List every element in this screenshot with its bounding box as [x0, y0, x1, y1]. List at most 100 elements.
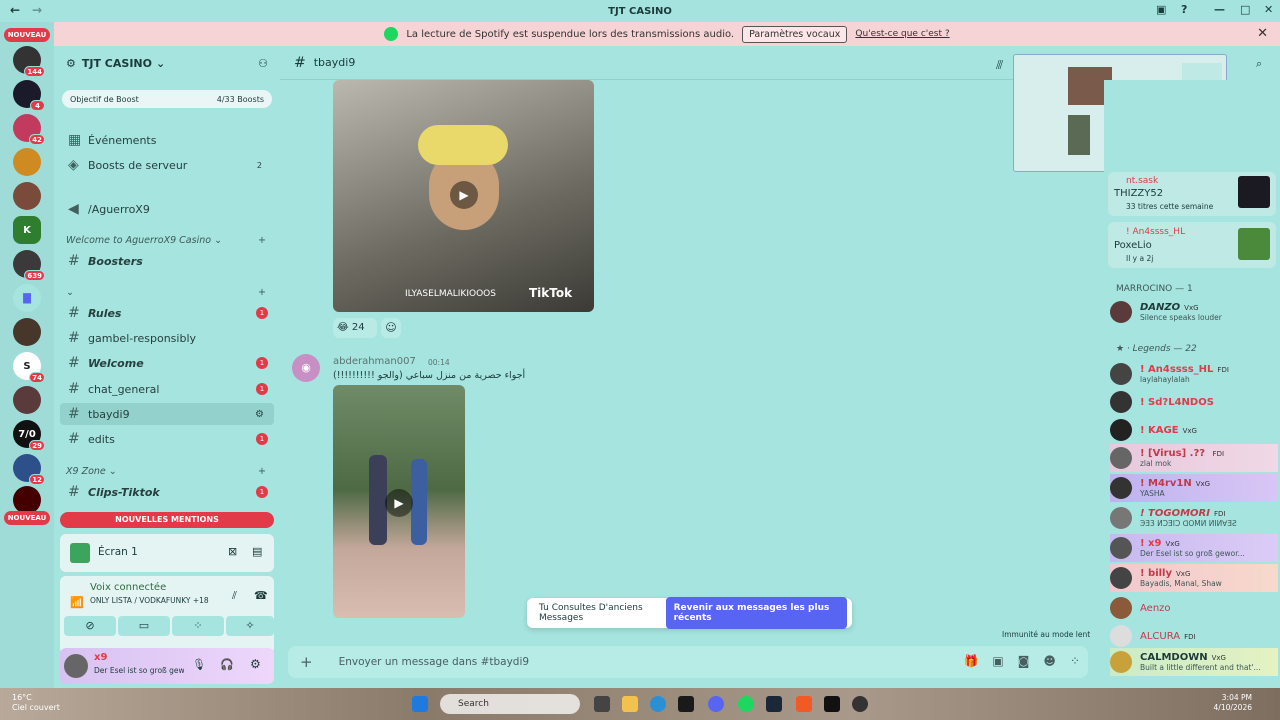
microphone-icon[interactable]: 🎙 — [192, 658, 206, 671]
kick-server-icon[interactable]: K — [13, 216, 41, 244]
brave-icon[interactable] — [796, 696, 812, 712]
message-composer[interactable]: + Envoyer un message dans #tbaydi9 🎁 ▣ ◙… — [288, 646, 1088, 678]
user-settings-gear-icon[interactable]: ⚙ — [250, 657, 261, 671]
obs-icon[interactable] — [852, 696, 868, 712]
sticker-icon[interactable]: ◙ — [1018, 654, 1030, 668]
forum-item[interactable]: ◀/AguerroX9 — [60, 198, 274, 220]
category-welcome[interactable]: Welcome to AguerroX9 Casino ⌄ + — [66, 235, 266, 246]
video-attachment[interactable]: ▶ ILYASELMALIKIOOOS TikTok — [333, 80, 594, 312]
channel-rules[interactable]: # Rules 1 — [60, 302, 274, 324]
member-item[interactable]: CALMDOWN VxG Built a little different and … — [1110, 648, 1278, 676]
gift-icon[interactable]: 🎁 — [963, 654, 978, 668]
activities-button[interactable]: ⁘ — [172, 616, 224, 636]
member-item[interactable]: ALCURA FDI — [1110, 622, 1278, 650]
channel-clips-tiktok[interactable]: # Clips-Tiktok 1 — [60, 481, 274, 503]
member-item[interactable]: ! x9 VxG Der Esel ist so groß gewor... — [1110, 534, 1278, 562]
play-icon[interactable]: ▶ — [450, 181, 478, 209]
member-item[interactable]: ! TOGOMORI FDI ЭƎ3 ИƆƎIƆ ᗡOMИ ИIИ∀ƎꙄ — [1110, 504, 1278, 532]
file-explorer-icon[interactable] — [622, 696, 638, 712]
voice-settings-button[interactable]: Paramètres vocaux — [742, 25, 848, 43]
server-icon[interactable]: 4 — [13, 80, 45, 111]
member-item[interactable]: ! M4rv1N VxG YASHA — [1110, 474, 1278, 502]
category-x9zone[interactable]: X9 Zone ⌄ + — [66, 466, 266, 477]
server-icon[interactable] — [13, 386, 41, 414]
headphones-icon[interactable]: 🎧 — [220, 658, 234, 671]
message-author[interactable]: abderahman007 — [333, 356, 416, 367]
server-icon[interactable]: 7/0 29 — [13, 420, 45, 451]
weather-widget[interactable]: 16°C Ciel couvert — [12, 693, 60, 713]
stop-stream-icon[interactable]: ⊠ — [228, 545, 237, 558]
server-icon[interactable] — [13, 318, 41, 346]
clock[interactable]: 3:04 PM 4/10/2026 — [1214, 693, 1252, 713]
start-icon[interactable] — [412, 696, 428, 712]
steam-icon[interactable] — [766, 696, 782, 712]
jump-to-latest-button[interactable]: Revenir aux messages les plus récents — [665, 597, 847, 629]
stream-settings-icon[interactable]: ▤ — [252, 545, 262, 558]
add-reaction-icon[interactable]: ☺ — [381, 318, 401, 338]
settings-gear-icon[interactable]: ⚙ — [255, 409, 264, 420]
soundboard-button[interactable]: ✧ — [226, 616, 274, 636]
disconnect-icon[interactable]: ☎ — [254, 589, 268, 602]
new-mentions-button[interactable]: NOUVELLES MENTIONS — [60, 512, 274, 528]
add-channel-icon[interactable]: + — [258, 466, 266, 477]
channel-edits[interactable]: # edits 1 — [60, 428, 274, 450]
close-banner-icon[interactable]: ✕ — [1257, 26, 1268, 41]
help-icon[interactable]: ? — [1181, 3, 1187, 16]
member-item[interactable]: ! [Virus] .?? FDI zlal mok — [1110, 444, 1278, 472]
close-window-icon[interactable]: ✕ — [1264, 3, 1273, 16]
server-header[interactable]: ⚙ TJT CASINO ⌄ ⚇ — [54, 46, 280, 80]
discord-icon[interactable] — [708, 696, 724, 712]
member-item[interactable]: DANZO VxG Silence speaks louder — [1110, 298, 1278, 326]
category-unnamed[interactable]: ⌄ + — [66, 287, 266, 298]
channel-boosters[interactable]: # Boosters — [60, 250, 274, 272]
member-item[interactable]: Aenzo — [1110, 594, 1278, 622]
server-icon[interactable] — [13, 148, 41, 176]
search-icon[interactable]: ⌕ — [1256, 57, 1262, 71]
reaction-laugh[interactable]: 😂 24 — [333, 318, 377, 338]
terminal-icon[interactable] — [824, 696, 840, 712]
add-attachment-icon[interactable]: + — [300, 653, 313, 671]
channel-welcome[interactable]: # Welcome 1 — [60, 352, 274, 374]
server-boosts-item[interactable]: ◈ Boosts de serveur 2 — [60, 154, 274, 176]
avatar[interactable] — [64, 654, 88, 678]
activity-card[interactable]: nt.sask THIZZY52 33 titres cette semaine — [1108, 172, 1276, 216]
share-screen-button[interactable]: ▭ — [118, 616, 170, 636]
task-view-icon[interactable] — [594, 696, 610, 712]
gif-icon[interactable]: ▣ — [992, 654, 1003, 668]
server-icon[interactable]: 639 — [13, 250, 45, 281]
video-attachment[interactable]: ▶ — [333, 385, 465, 618]
invite-icon[interactable]: ⚇ — [258, 57, 268, 70]
inbox-icon[interactable]: ▣ — [1156, 3, 1166, 16]
member-item[interactable]: ! An4ssss_HL FDI laylahaylalah — [1110, 360, 1278, 388]
member-item[interactable]: ! Sd?L4NDOS — [1110, 388, 1278, 416]
forward-arrow-icon[interactable]: → — [32, 3, 42, 17]
channel-tbaydi9[interactable]: # tbaydi9 ⚙ — [60, 403, 274, 425]
noise-suppression-icon[interactable]: ⫽ — [232, 589, 237, 603]
server-icon[interactable] — [13, 486, 41, 514]
minimize-icon[interactable]: — — [1214, 3, 1225, 16]
member-item[interactable]: ! KAGE VxG — [1110, 416, 1278, 444]
spotify-icon[interactable] — [738, 696, 754, 712]
new-indicator-top[interactable]: NOUVEAU — [4, 28, 50, 42]
maximize-icon[interactable]: □ — [1240, 3, 1250, 16]
boost-goal-bar[interactable]: Objectif de Boost 4/33 Boosts — [62, 90, 272, 108]
camera-off-button[interactable]: ⊘ — [64, 616, 116, 636]
banner-learn-more-link[interactable]: Qu'est-ce que c'est ? — [855, 29, 949, 39]
channel-chat-general[interactable]: # chat_general 1 — [60, 378, 274, 400]
server-icon[interactable]: S 74 — [13, 352, 45, 383]
new-indicator-bottom[interactable]: NOUVEAU — [4, 511, 50, 525]
events-item[interactable]: ▦ Événements — [60, 129, 274, 151]
server-icon[interactable] — [13, 182, 41, 210]
xbox-icon[interactable] — [678, 696, 694, 712]
back-arrow-icon[interactable]: ← — [10, 3, 20, 17]
channel-gambel-responsibly[interactable]: # gambel-responsibly — [60, 327, 274, 349]
server-icon[interactable]: 12 — [13, 454, 45, 485]
server-icon[interactable]: 144 — [13, 46, 45, 77]
voice-channel-label[interactable]: ONLY LISTA / VODKAFUNKY +18 — [90, 596, 209, 605]
emoji-icon[interactable]: ☻ — [1043, 654, 1056, 668]
edge-icon[interactable] — [650, 696, 666, 712]
composer-placeholder[interactable]: Envoyer un message dans #tbaydi9 — [339, 656, 529, 668]
folder-icon[interactable]: ▇ — [13, 284, 41, 312]
threads-icon[interactable]: ⫻ — [996, 58, 1003, 73]
server-icon[interactable]: 42 — [13, 114, 45, 145]
